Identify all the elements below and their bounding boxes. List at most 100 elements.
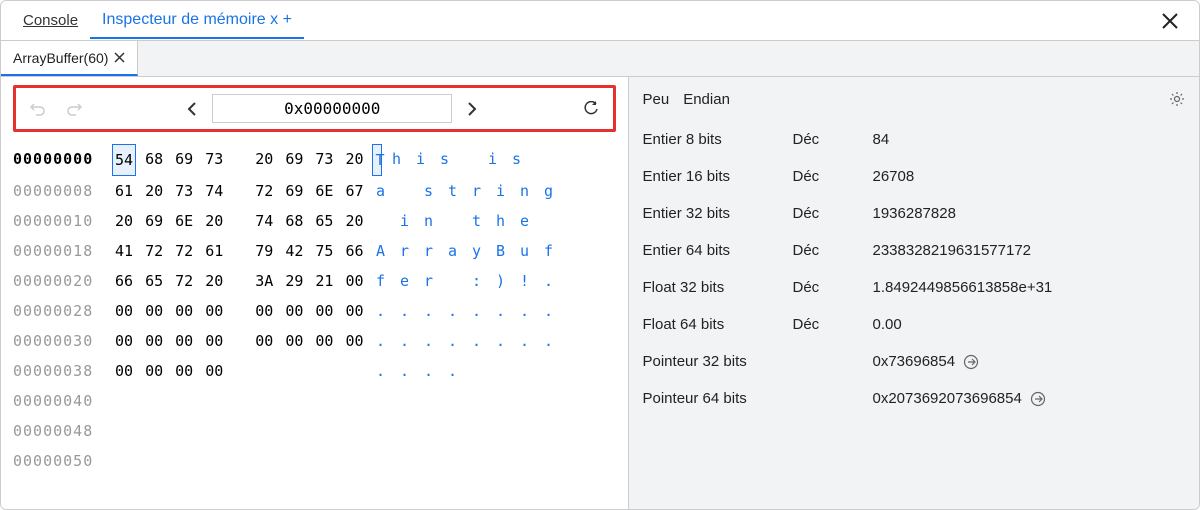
ascii-char[interactable]: . xyxy=(496,296,506,326)
ascii-char[interactable]: t xyxy=(472,206,482,236)
ascii-char[interactable]: ) xyxy=(496,266,506,296)
ascii-char[interactable]: . xyxy=(520,326,530,356)
tab-memory-inspector[interactable]: Inspecteur de mémoire x + xyxy=(90,3,304,39)
hex-byte[interactable]: 73 xyxy=(315,144,333,176)
ascii-char[interactable]: . xyxy=(376,356,386,386)
ascii-char[interactable]: . xyxy=(376,326,386,356)
hex-byte[interactable]: 41 xyxy=(115,236,133,266)
ascii-char[interactable]: e xyxy=(400,266,410,296)
hex-byte[interactable]: 65 xyxy=(315,206,333,236)
ascii-char[interactable]: h xyxy=(496,206,506,236)
hex-byte[interactable]: 20 xyxy=(345,144,363,176)
hex-byte[interactable]: 00 xyxy=(205,296,223,326)
close-panel-button[interactable] xyxy=(1151,8,1189,34)
hex-byte[interactable]: 42 xyxy=(285,236,303,266)
address-input[interactable] xyxy=(212,94,452,123)
ascii-char[interactable]: . xyxy=(544,266,554,296)
hex-byte[interactable]: 00 xyxy=(205,326,223,356)
hex-byte[interactable]: 6E xyxy=(175,206,193,236)
hex-byte[interactable]: 72 xyxy=(255,176,273,206)
ascii-char[interactable]: t xyxy=(448,176,458,206)
hex-byte[interactable]: 00 xyxy=(315,326,333,356)
hex-byte[interactable]: 00 xyxy=(255,296,273,326)
endian-toggle-a[interactable]: Peu xyxy=(643,91,670,108)
type-format[interactable]: Déc xyxy=(793,279,873,296)
ascii-char[interactable]: f xyxy=(376,266,386,296)
ascii-char[interactable]: . xyxy=(376,296,386,326)
ascii-char[interactable]: i xyxy=(400,206,410,236)
hex-byte[interactable]: 29 xyxy=(285,266,303,296)
hex-byte[interactable]: 00 xyxy=(285,326,303,356)
ascii-char[interactable]: r xyxy=(472,176,482,206)
ascii-char[interactable]: . xyxy=(472,326,482,356)
hex-byte[interactable]: 00 xyxy=(145,326,163,356)
hex-byte[interactable]: 00 xyxy=(345,296,363,326)
ascii-char[interactable]: u xyxy=(520,236,530,266)
hex-byte[interactable]: 79 xyxy=(255,236,273,266)
hex-byte[interactable]: 75 xyxy=(315,236,333,266)
ascii-char[interactable] xyxy=(536,144,546,176)
hex-byte[interactable]: 20 xyxy=(115,206,133,236)
ascii-char[interactable] xyxy=(448,206,458,236)
ascii-char[interactable]: . xyxy=(544,296,554,326)
hex-byte[interactable]: 00 xyxy=(115,326,133,356)
hex-byte[interactable]: 66 xyxy=(115,266,133,296)
ascii-char[interactable]: n xyxy=(424,206,434,236)
hex-byte[interactable]: 69 xyxy=(285,176,303,206)
ascii-char[interactable]: A xyxy=(376,236,386,266)
refresh-button[interactable] xyxy=(577,97,605,121)
hex-byte[interactable]: 6E xyxy=(315,176,333,206)
ascii-char[interactable]: s xyxy=(512,144,522,176)
ascii-char[interactable]: . xyxy=(496,326,506,356)
type-format[interactable]: Déc xyxy=(793,131,873,148)
ascii-char[interactable] xyxy=(376,206,386,236)
ascii-char[interactable]: f xyxy=(544,236,554,266)
hex-byte[interactable]: 74 xyxy=(205,176,223,206)
hex-byte[interactable]: 00 xyxy=(115,296,133,326)
hex-byte[interactable]: 20 xyxy=(345,206,363,236)
ascii-char[interactable]: i xyxy=(488,144,498,176)
ascii-char[interactable]: . xyxy=(448,356,458,386)
type-format[interactable]: Déc xyxy=(793,316,873,333)
hex-byte[interactable]: 00 xyxy=(205,356,223,386)
hex-byte[interactable]: 00 xyxy=(315,296,333,326)
ascii-char[interactable]: . xyxy=(424,326,434,356)
endian-toggle-b[interactable]: Endian xyxy=(683,91,730,108)
hex-byte[interactable]: 00 xyxy=(145,296,163,326)
ascii-char[interactable]: i xyxy=(496,176,506,206)
hex-byte[interactable]: 21 xyxy=(315,266,333,296)
hex-byte[interactable]: 3A xyxy=(255,266,273,296)
hex-byte[interactable]: 73 xyxy=(175,176,193,206)
hex-byte[interactable]: 74 xyxy=(255,206,273,236)
hex-byte[interactable]: 69 xyxy=(285,144,303,176)
redo-button[interactable] xyxy=(60,97,88,121)
ascii-char[interactable]: g xyxy=(544,176,554,206)
hex-byte[interactable]: 20 xyxy=(255,144,273,176)
ascii-char[interactable]: . xyxy=(448,296,458,326)
hex-byte[interactable]: 20 xyxy=(205,206,223,236)
hex-byte[interactable]: 00 xyxy=(345,266,363,296)
hex-byte[interactable]: 72 xyxy=(145,236,163,266)
goto-address-button[interactable] xyxy=(963,354,979,370)
ascii-char[interactable]: s xyxy=(440,144,450,176)
ascii-char[interactable]: r xyxy=(400,236,410,266)
ascii-char[interactable]: B xyxy=(496,236,506,266)
hex-byte[interactable]: 00 xyxy=(175,356,193,386)
hex-byte[interactable]: 00 xyxy=(345,326,363,356)
ascii-char[interactable]: . xyxy=(400,326,410,356)
hex-byte[interactable]: 00 xyxy=(285,296,303,326)
ascii-char[interactable]: . xyxy=(448,326,458,356)
ascii-char[interactable]: e xyxy=(520,206,530,236)
ascii-char[interactable]: . xyxy=(544,326,554,356)
hex-byte[interactable]: 00 xyxy=(175,296,193,326)
ascii-char[interactable]: h xyxy=(392,144,402,176)
tab-console[interactable]: Console xyxy=(11,4,90,37)
hex-byte[interactable]: 68 xyxy=(285,206,303,236)
ascii-char[interactable]: : xyxy=(472,266,482,296)
hex-byte[interactable]: 61 xyxy=(115,176,133,206)
hex-byte[interactable]: 67 xyxy=(345,176,363,206)
ascii-char[interactable] xyxy=(464,144,474,176)
hex-byte[interactable]: 61 xyxy=(205,236,223,266)
ascii-char[interactable]: y xyxy=(472,236,482,266)
hex-byte[interactable]: 20 xyxy=(145,176,163,206)
